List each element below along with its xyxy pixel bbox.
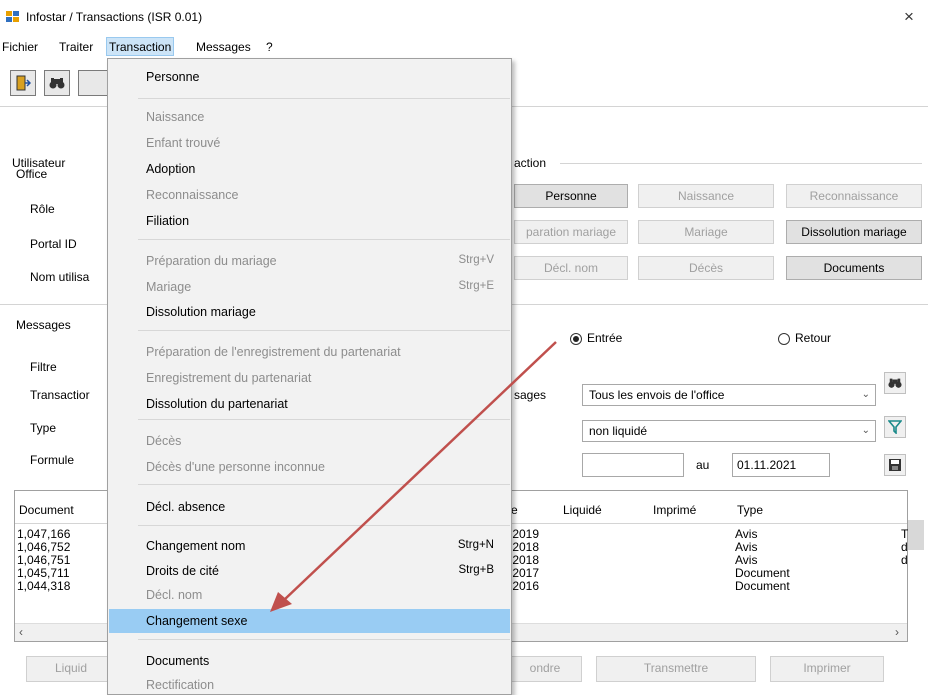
annotation-arrow-overlay — [270, 341, 557, 612]
annotation-arrow — [283, 341, 557, 601]
